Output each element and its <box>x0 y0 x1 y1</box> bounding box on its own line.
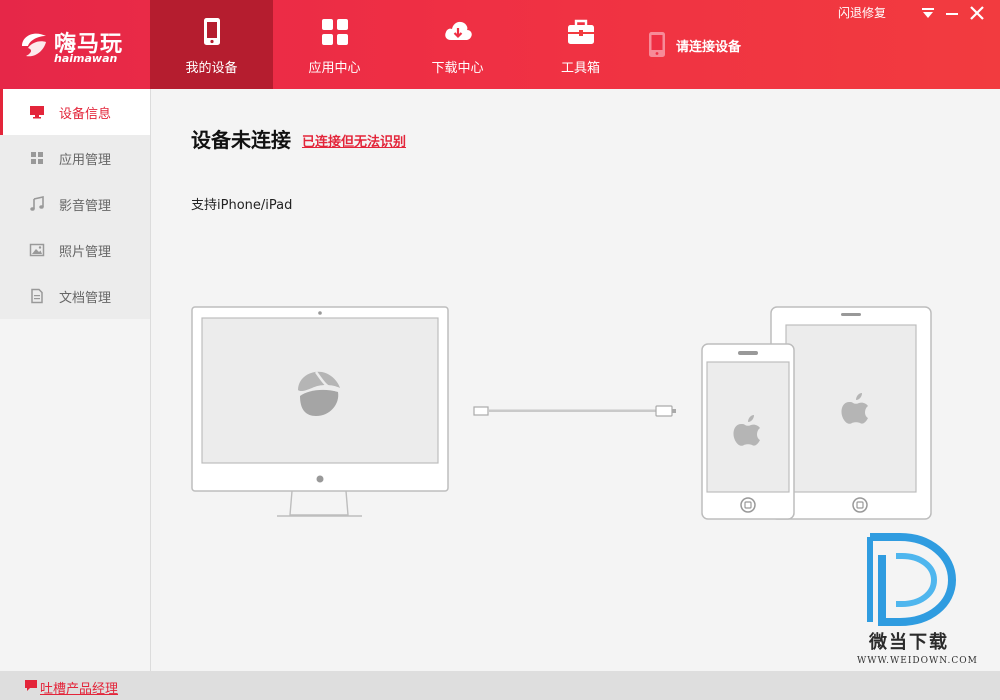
photo-icon <box>29 243 45 257</box>
monitor-icon <box>30 106 44 119</box>
phone-outline-icon <box>649 32 665 57</box>
apple-logo-icon <box>733 415 760 446</box>
logo-mark-icon <box>22 33 46 57</box>
iphone-illustration <box>701 343 795 520</box>
document-icon <box>31 288 43 304</box>
close-icon[interactable] <box>968 4 986 22</box>
feedback-link[interactable]: 吐槽产品经理 <box>40 678 118 697</box>
tab-label: 工具箱 <box>560 61 600 76</box>
watermark-text: 微当下载 <box>869 632 949 653</box>
weidown-watermark-logo <box>867 533 957 626</box>
toolbox-icon <box>567 19 594 44</box>
chat-bubble-icon <box>25 680 37 691</box>
cloud-download-icon <box>444 21 472 40</box>
tab-my-device[interactable]: 我的设备 <box>150 0 273 89</box>
tab-label: 下载中心 <box>431 61 484 76</box>
minimize-icon[interactable] <box>944 5 960 23</box>
sidebar: 设备信息 应用管理 影音管理 照片管理 文档管理 <box>0 89 151 671</box>
apple-logo-icon <box>841 393 868 424</box>
app-logo: 嗨马玩 haimawan <box>18 22 138 68</box>
haima-logo-icon <box>298 371 340 416</box>
tab-label: 我的设备 <box>185 61 238 76</box>
support-devices-text: 支持iPhone/iPad <box>191 198 293 213</box>
connected-unrecognized-link[interactable]: 已连接但无法识别 <box>302 131 406 150</box>
computer-monitor-illustration <box>191 306 449 517</box>
apps-grid-icon <box>321 19 348 45</box>
sidebar-item-label: 文档管理 <box>59 291 112 306</box>
sidebar-item-label: 影音管理 <box>59 199 112 214</box>
crash-fix-link[interactable]: 闪退修复 <box>838 4 886 22</box>
status-footer: 吐槽产品经理 <box>0 671 1000 700</box>
sidebar-item-label: 设备信息 <box>59 107 112 122</box>
chevron-down-icon[interactable] <box>920 5 936 23</box>
watermark-url: WWW.WEIDOWN.COM <box>857 656 978 666</box>
sidebar-item-app-manage[interactable]: 应用管理 <box>0 135 150 181</box>
ipad-illustration <box>770 306 932 520</box>
tab-app-center[interactable]: 应用中心 <box>273 0 396 89</box>
sidebar-item-photo-manage[interactable]: 照片管理 <box>0 227 150 273</box>
logo-subtext: haimawan <box>54 52 118 65</box>
music-note-icon <box>30 196 44 211</box>
page-title: 设备未连接 <box>191 128 291 152</box>
sidebar-item-label: 应用管理 <box>59 153 112 168</box>
tab-toolbox[interactable]: 工具箱 <box>519 0 642 89</box>
sidebar-item-media-manage[interactable]: 影音管理 <box>0 181 150 227</box>
device-status-text: 请连接设备 <box>676 40 742 55</box>
grid-icon <box>31 152 43 164</box>
tab-download-center[interactable]: 下载中心 <box>396 0 519 89</box>
top-header: 嗨马玩 haimawan 我的设备 应用中心 下载中心 工具箱 请连接设备 闪退… <box>0 0 1000 89</box>
tab-label: 应用中心 <box>308 61 361 76</box>
usb-cable-illustration <box>473 405 676 417</box>
sidebar-item-device-info[interactable]: 设备信息 <box>0 89 150 135</box>
sidebar-item-doc-manage[interactable]: 文档管理 <box>0 273 150 319</box>
phone-icon <box>203 18 220 45</box>
sidebar-item-label: 照片管理 <box>59 245 112 260</box>
